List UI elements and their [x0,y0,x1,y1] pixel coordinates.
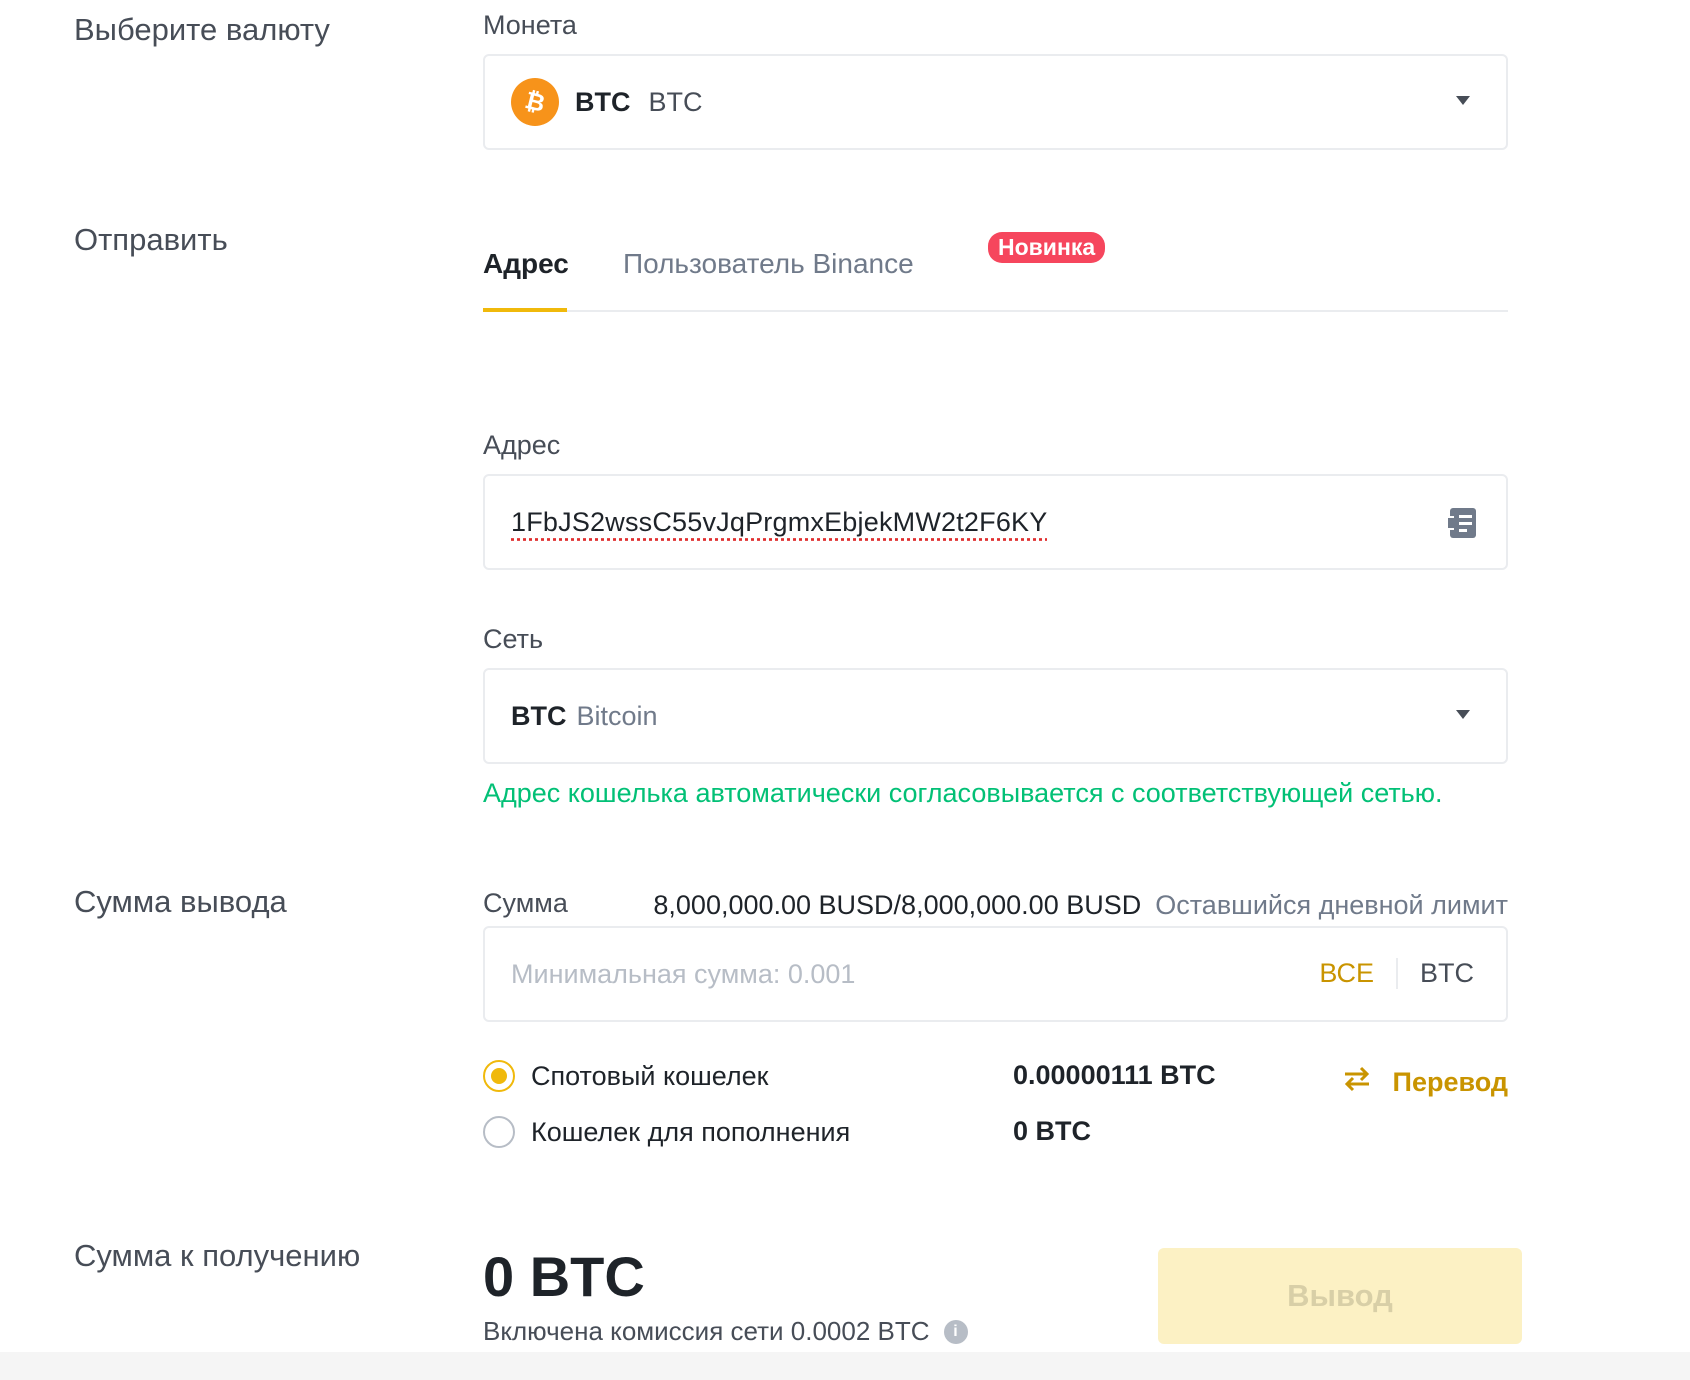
tab-address[interactable]: Адрес [483,248,569,280]
radio-checked-icon[interactable] [483,1060,515,1092]
active-tab-indicator [483,308,567,312]
page-bottom-edge [0,1352,1690,1380]
radio-unchecked-icon[interactable] [483,1116,515,1148]
max-all-button[interactable]: ВСЕ [1319,958,1398,989]
network-symbol: BTC [511,700,567,731]
wallet-label: Спотовый кошелек [531,1060,769,1091]
chevron-down-icon [1456,96,1470,105]
coin-name: BTC [648,86,703,117]
receive-section-label: Сумма к получению [74,1238,361,1273]
amount-field-label: Сумма [483,888,568,918]
wallet-balance: 0.00000111 BTC [1013,1060,1216,1090]
coin-symbol: BTC [575,86,631,117]
withdraw-button[interactable]: Вывод [1158,1248,1522,1344]
daily-limit: 8,000,000.00 BUSD/8,000,000.00 BUSD Остав… [653,890,1508,921]
chevron-down-icon [1456,710,1470,719]
wallet-balance: 0 BTC [1013,1116,1092,1146]
address-value: 1FbJS2wssC55vJqPrgmxEbjekMW2t2F6KY [511,506,1048,537]
transfer-arrows-icon [1343,1066,1371,1099]
wallet-option-funding[interactable]: Кошелек для пополнения [483,1116,850,1148]
send-tabs: Адрес Пользователь Binance Новинка [483,230,1508,312]
currency-section-label: Выберите валюту [74,12,330,47]
bitcoin-icon: ₿ [511,78,559,126]
coin-field-label: Монета [483,10,577,40]
address-input[interactable]: 1FbJS2wssC55vJqPrgmxEbjekMW2t2F6KY [483,474,1508,570]
tab-binance-user-label: Пользователь Binance [623,248,914,279]
send-section-label: Отправить [74,222,228,257]
address-field-label: Адрес [483,430,561,460]
amount-section-label: Сумма вывода [74,884,287,919]
wallet-label: Кошелек для пополнения [531,1116,851,1147]
daily-limit-value: 8,000,000.00 BUSD/8,000,000.00 BUSD [653,890,1142,920]
amount-header: Сумма 8,000,000.00 BUSD/8,000,000.00 BUS… [483,888,1508,921]
network-name: Bitcoin [576,700,658,731]
amount-input[interactable]: Минимальная сумма: 0.001 ВСЕ BTC [483,926,1508,1022]
amount-placeholder: Минимальная сумма: 0.001 [511,958,856,989]
coin-select[interactable]: ₿ BTC BTC [483,54,1508,150]
svg-text:₿: ₿ [522,87,548,117]
address-book-icon[interactable] [1446,506,1480,545]
amount-actions: ВСЕ BTC [1319,958,1474,989]
amount-unit: BTC [1420,958,1474,988]
network-select[interactable]: BTC Bitcoin [483,668,1508,764]
tab-binance-user[interactable]: Пользователь Binance Новинка [623,232,1106,280]
network-fee-text: Включена комиссия сети 0.0002 BTC [483,1316,930,1346]
network-fee-note: Включена комиссия сети 0.0002 BTC i [483,1316,968,1347]
transfer-link[interactable]: Перевод [1343,1066,1508,1099]
receive-amount: 0 BTC [483,1245,645,1308]
info-icon[interactable]: i [943,1319,968,1344]
daily-limit-label: Оставшийся дневной лимит [1155,890,1508,920]
new-badge: Новинка [988,232,1106,263]
network-match-note: Адрес кошелька автоматически согласовыва… [483,778,1443,808]
transfer-label: Перевод [1392,1067,1508,1097]
wallet-option-spot[interactable]: Спотовый кошелек [483,1060,768,1092]
network-field-label: Сеть [483,624,544,654]
